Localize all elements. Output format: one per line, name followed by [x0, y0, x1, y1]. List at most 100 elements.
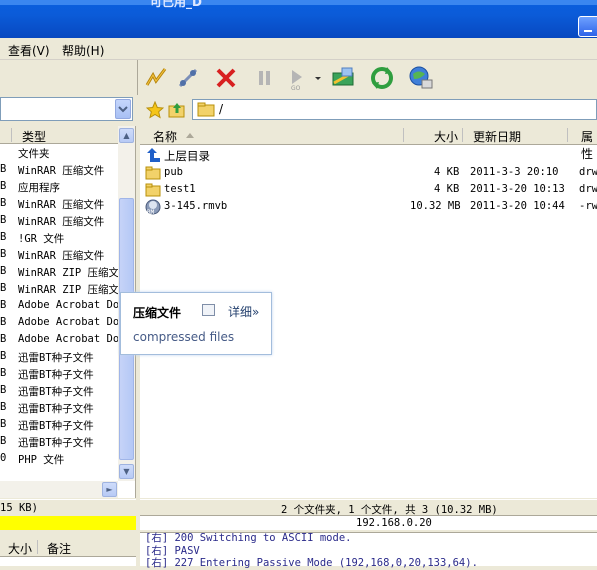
scroll-right-icon[interactable]: ► — [102, 482, 117, 497]
connect-icon[interactable] — [143, 65, 169, 91]
list-item-size: B — [0, 401, 7, 413]
list-item[interactable]: B Adobe Acrobat Doc — [0, 333, 118, 350]
list-item[interactable]: B Adobe Acrobat Doc — [0, 316, 118, 333]
list-item-size: B — [0, 435, 7, 447]
local-path-combobox[interactable] — [0, 97, 133, 121]
row-date: 2011-3-20 10:44 — [470, 200, 565, 212]
list-item[interactable]: B !GR 文件 — [0, 231, 118, 248]
list-item-size: B — [0, 248, 7, 260]
list-item[interactable]: 0 PHP 文件 — [0, 452, 118, 469]
col-name-header[interactable]: 名称 — [153, 128, 177, 145]
queue-col-size-header[interactable]: 大小 — [8, 540, 32, 557]
list-item[interactable]: B 迅雷BT种子文件 — [0, 350, 118, 367]
list-item[interactable]: B 迅雷BT种子文件 — [0, 384, 118, 401]
row-size: 4 KB — [434, 166, 460, 178]
list-item-type: 迅雷BT种子文件 — [18, 403, 94, 415]
list-item[interactable]: B WinRAR 压缩文件 — [0, 214, 118, 231]
play-dropdown-icon[interactable] — [312, 65, 324, 91]
tooltip-detail-link[interactable]: 详细» — [228, 303, 259, 320]
row-name: 上层目录 — [164, 149, 210, 163]
row-date: 2011-3-20 10:13 — [470, 183, 565, 195]
sync-browse-icon[interactable] — [330, 65, 356, 91]
list-item[interactable]: B WinRAR 压缩文件 — [0, 163, 118, 180]
list-item[interactable]: B 迅雷BT种子文件 — [0, 435, 118, 452]
list-item-size: B — [0, 333, 7, 345]
play-icon[interactable]: GO — [284, 65, 310, 92]
log-panel[interactable]: [右] 200 Switching to ASCII mode. [右] PAS… — [140, 532, 597, 569]
local-col-type-header[interactable]: 类型 — [22, 128, 46, 145]
menu-help[interactable]: 帮助(H) — [62, 42, 104, 59]
queue-list[interactable] — [0, 557, 136, 566]
scroll-up-icon[interactable]: ▲ — [119, 128, 134, 143]
remote-ip-bar: 192.168.0.20 — [140, 515, 597, 530]
minimize-button[interactable] — [578, 16, 597, 37]
row-date: 2011-3-3 20:10 — [470, 166, 559, 178]
folder-icon — [145, 183, 161, 197]
disconnect-icon[interactable] — [175, 65, 201, 91]
list-item-type: PHP 文件 — [18, 454, 65, 466]
list-item-type: WinRAR 压缩文件 — [18, 199, 105, 211]
refresh-icon[interactable] — [369, 65, 395, 91]
tooltip-description: compressed files — [133, 330, 235, 344]
remote-path-input[interactable]: / — [192, 99, 597, 120]
list-item[interactable]: B WinRAR 压缩文件 — [0, 197, 118, 214]
list-item[interactable]: B WinRAR ZIP 压缩文 — [0, 265, 118, 282]
star-icon[interactable] — [145, 100, 165, 119]
list-item-type: Adobe Acrobat Doc — [18, 333, 118, 345]
list-item[interactable]: B WinRAR 压缩文件 — [0, 248, 118, 265]
list-item-type: WinRAR 压缩文件 — [18, 250, 105, 262]
svg-text:GO: GO — [291, 85, 301, 91]
pause-icon[interactable] — [252, 65, 278, 91]
list-item[interactable]: B 迅雷BT种子文件 — [0, 418, 118, 435]
table-row[interactable]: pub 4 KB 2011-3-3 20:10 drw — [145, 164, 597, 181]
table-row[interactable]: test1 4 KB 2011-3-20 10:13 drw — [145, 181, 597, 198]
stop-icon[interactable] — [213, 65, 239, 91]
local-horizontal-scrollbar[interactable] — [0, 481, 118, 498]
file-type-tooltip: 压缩文件 详细» compressed files — [120, 292, 272, 355]
window-title: 可已用_D — [150, 0, 202, 9]
title-bar-highlight — [0, 0, 597, 5]
queue-col-note-header[interactable]: 备注 — [47, 540, 71, 557]
local-status-bar: 15 KB) — [0, 499, 136, 516]
table-row[interactable]: RM 3-145.rmvb 10.32 MB 2011-3-20 10:44 -… — [145, 198, 597, 215]
log-line: [右] 227 Entering Passive Mode (192,168,0… — [145, 557, 478, 569]
list-item-size: B — [0, 197, 7, 209]
remote-status-bar: 2 个文件夹, 1 个文件, 共 3 (10.32 MB) — [140, 499, 597, 516]
list-item-size: B — [0, 163, 7, 175]
table-row[interactable]: 上层目录 — [145, 147, 585, 164]
remote-ip-text: 192.168.0.20 — [356, 517, 432, 529]
parent-folder-icon[interactable] — [168, 101, 186, 119]
list-item[interactable]: B 迅雷BT种子文件 — [0, 401, 118, 418]
list-item-size: B — [0, 180, 7, 192]
list-item[interactable]: B 应用程序 — [0, 180, 118, 197]
list-item[interactable]: B Adobe Acrobat Doc — [0, 299, 118, 316]
list-item-type: 迅雷BT种子文件 — [18, 386, 94, 398]
list-item-type: 应用程序 — [18, 182, 60, 194]
local-status-text: 15 KB) — [0, 502, 38, 514]
list-item-type: 迅雷BT种子文件 — [18, 352, 94, 364]
list-item[interactable]: B 迅雷BT种子文件 — [0, 367, 118, 384]
scroll-down-icon[interactable]: ▼ — [119, 464, 134, 479]
list-item-size: B — [0, 265, 7, 277]
chevron-down-icon[interactable] — [115, 99, 131, 119]
site-manager-icon[interactable] — [408, 65, 434, 91]
list-item[interactable]: B WinRAR ZIP 压缩文 — [0, 282, 118, 299]
row-attr: -rw — [579, 200, 597, 212]
list-item-size: B — [0, 282, 7, 294]
local-progress-bar — [0, 516, 136, 530]
left-toolbar — [0, 60, 138, 95]
menu-view[interactable]: 查看(V) — [8, 42, 50, 59]
list-item-type: WinRAR 压缩文件 — [18, 165, 105, 177]
col-date-header[interactable]: 更新日期 — [473, 128, 521, 145]
list-item-type: 文件夹 — [18, 148, 50, 160]
list-item[interactable]: 文件夹 — [0, 146, 118, 163]
row-name: 3-145.rmvb — [164, 200, 228, 212]
sort-ascending-icon — [186, 133, 194, 138]
row-attr: drw — [579, 183, 597, 195]
details-icon[interactable] — [202, 304, 215, 316]
menu-bar: 查看(V) 帮助(H) — [0, 38, 597, 60]
col-size-header[interactable]: 大小 — [434, 128, 458, 145]
row-name: test1 — [164, 183, 196, 195]
list-item-type: WinRAR ZIP 压缩文 — [18, 284, 118, 296]
list-item-type: Adobe Acrobat Doc — [18, 316, 118, 328]
